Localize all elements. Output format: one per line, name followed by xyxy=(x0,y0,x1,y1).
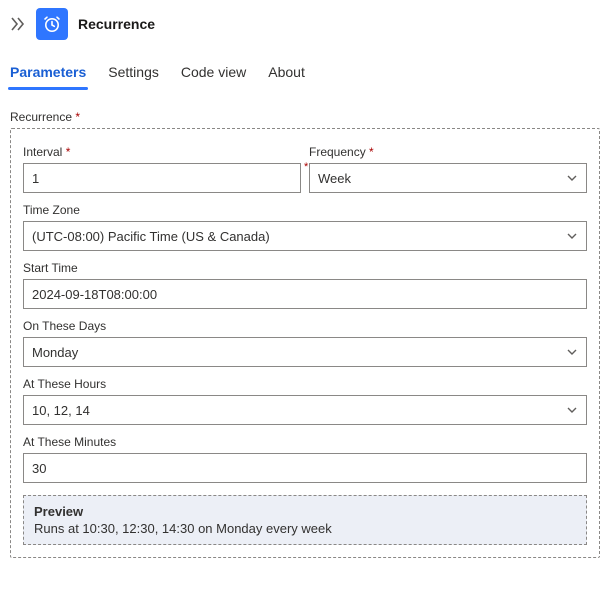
chevron-down-icon xyxy=(566,404,578,416)
collapse-icon[interactable] xyxy=(10,17,26,31)
at-hours-value: 10, 12, 14 xyxy=(32,403,566,418)
preview-body: Runs at 10:30, 12:30, 14:30 on Monday ev… xyxy=(34,521,576,536)
tab-settings[interactable]: Settings xyxy=(108,60,159,90)
start-time-value: 2024-09-18T08:00:00 xyxy=(32,287,578,302)
label-interval: Interval xyxy=(23,145,301,159)
section-label-recurrence: Recurrence xyxy=(10,110,600,124)
tab-parameters[interactable]: Parameters xyxy=(10,60,86,90)
at-minutes-value: 30 xyxy=(32,461,578,476)
interval-value: 1 xyxy=(32,171,292,186)
tab-about[interactable]: About xyxy=(268,60,305,90)
chevron-down-icon xyxy=(566,172,578,184)
preview-box: Preview Runs at 10:30, 12:30, 14:30 on M… xyxy=(23,495,587,545)
tab-label: About xyxy=(268,64,305,80)
at-minutes-input[interactable]: 30 xyxy=(23,453,587,483)
label-at-minutes: At These Minutes xyxy=(23,435,587,449)
preview-title: Preview xyxy=(34,504,576,519)
timezone-select[interactable]: (UTC-08:00) Pacific Time (US & Canada) xyxy=(23,221,587,251)
chevron-down-icon xyxy=(566,346,578,358)
label-at-hours: At These Hours xyxy=(23,377,587,391)
action-title: Recurrence xyxy=(78,16,155,32)
label-on-days: On These Days xyxy=(23,319,587,333)
required-star-icon: * xyxy=(304,162,308,173)
tab-label: Code view xyxy=(181,64,246,80)
tab-label: Settings xyxy=(108,64,159,80)
card-header: Recurrence xyxy=(10,8,600,54)
interval-input[interactable]: 1 xyxy=(23,163,301,193)
tab-code-view[interactable]: Code view xyxy=(181,60,246,90)
tab-label: Parameters xyxy=(10,64,86,80)
frequency-select[interactable]: * Week xyxy=(309,163,587,193)
recurrence-clock-icon xyxy=(36,8,68,40)
on-days-select[interactable]: Monday xyxy=(23,337,587,367)
label-timezone: Time Zone xyxy=(23,203,587,217)
recurrence-fieldset: Interval 1 Frequency * Week Time Zone xyxy=(10,128,600,558)
on-days-value: Monday xyxy=(32,345,566,360)
at-hours-select[interactable]: 10, 12, 14 xyxy=(23,395,587,425)
frequency-value: Week xyxy=(318,171,566,186)
label-start-time: Start Time xyxy=(23,261,587,275)
timezone-value: (UTC-08:00) Pacific Time (US & Canada) xyxy=(32,229,566,244)
chevron-down-icon xyxy=(566,230,578,242)
start-time-input[interactable]: 2024-09-18T08:00:00 xyxy=(23,279,587,309)
label-frequency: Frequency xyxy=(309,145,587,159)
tabs: Parameters Settings Code view About xyxy=(10,54,600,90)
